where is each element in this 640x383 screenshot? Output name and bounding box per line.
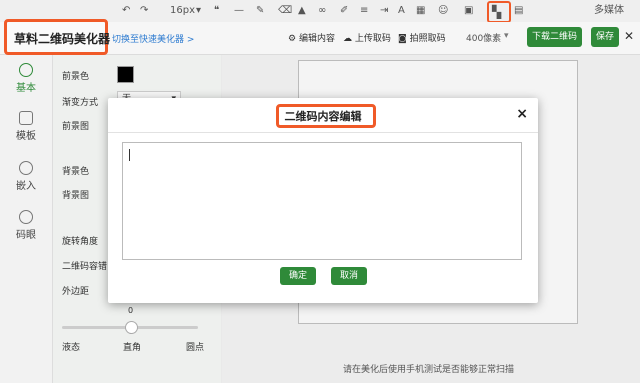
slider-left-label: 液态: [62, 343, 81, 353]
sidebar-item-label: 嵌入: [16, 181, 36, 192]
sidebar-item-eye[interactable]: 码眼: [0, 210, 52, 241]
qr-content-modal: 二维码内容编辑 × 确定 取消: [108, 98, 538, 303]
sidebar-item-embed[interactable]: 嵌入: [0, 161, 52, 192]
divider-line-icon[interactable]: —: [234, 4, 244, 18]
embed-icon: [19, 161, 33, 175]
rotate-label: 旋转角度: [62, 237, 99, 247]
font-color-icon[interactable]: A: [398, 4, 405, 18]
quote-icon[interactable]: ❝: [214, 4, 219, 18]
margin-label: 外边距: [62, 287, 90, 297]
scan-hint: 请在美化后使用手机测试是否能够正常扫描: [343, 365, 515, 375]
switch-fast-beautifier-link[interactable]: 切换至快速美化器 >: [112, 32, 194, 45]
slider-value: 0: [128, 306, 134, 315]
sidebar-item-label: 模板: [16, 131, 36, 142]
close-icon[interactable]: ×: [516, 106, 528, 122]
shape-slider-handle[interactable]: [125, 321, 138, 334]
modal-divider: [108, 132, 538, 133]
close-icon[interactable]: ✕: [624, 29, 634, 43]
format-clear-icon[interactable]: ⌫: [278, 4, 292, 18]
photo-label: 拍照取码: [409, 34, 446, 44]
template-icon: [19, 111, 33, 125]
undo-icon[interactable]: ↶: [122, 4, 130, 18]
chevron-down-icon[interactable]: ▾: [196, 4, 201, 18]
cloud-upload-icon: ☁: [343, 34, 352, 44]
camera-icon: ◙: [398, 34, 407, 44]
error-level-label: 二维码容错: [62, 262, 108, 272]
qr-code-toolbar-button[interactable]: ▚: [487, 1, 511, 23]
table-icon[interactable]: ▦: [416, 4, 425, 18]
document-icon[interactable]: ▤: [514, 4, 523, 18]
cancel-button[interactable]: 取消: [331, 267, 367, 285]
edit-content-label: 编辑内容: [298, 34, 335, 44]
upload-button[interactable]: ☁ 上传取码: [343, 31, 391, 44]
bg-color-label: 背景色: [62, 167, 90, 177]
paint-brush-icon[interactable]: ✎: [256, 4, 264, 18]
sidebar-item-label: 基本: [16, 83, 36, 94]
gear-icon: [19, 63, 33, 77]
qr-content-textarea[interactable]: [122, 142, 522, 260]
qr-grid-icon: ▚: [492, 5, 502, 19]
sidebar: 基本 模板 嵌入 码眼: [0, 55, 53, 383]
download-button[interactable]: 下载二维码: [527, 27, 582, 47]
photo-button[interactable]: ◙ 拍照取码: [398, 31, 446, 44]
modal-title: 二维码内容编辑: [284, 110, 362, 123]
gear-icon: ⚙: [288, 34, 297, 44]
gradient-label: 渐变方式: [62, 98, 99, 108]
sidebar-item-label: 码眼: [16, 230, 36, 241]
slider-right-label: 圆点: [186, 343, 205, 353]
highlight-icon[interactable]: ▲: [298, 4, 306, 18]
fg-color-label: 前景色: [62, 72, 90, 82]
page-title: 草料二维码美化器: [14, 32, 111, 46]
slider-mid-label: 直角: [123, 343, 142, 353]
chevron-down-icon: ▾: [504, 31, 509, 41]
font-size-select[interactable]: 16px: [170, 4, 195, 18]
bg-image-label: 背景图: [62, 191, 90, 201]
fg-color-swatch[interactable]: [117, 66, 134, 83]
upload-label: 上传取码: [354, 34, 391, 44]
confirm-button[interactable]: 确定: [280, 267, 316, 285]
emoji-icon[interactable]: ☺: [438, 4, 448, 18]
media-menu[interactable]: 多媒体: [594, 4, 624, 18]
size-select[interactable]: 400像素: [466, 31, 501, 44]
fg-image-label: 前景图: [62, 122, 90, 132]
text-caret: [129, 149, 130, 161]
sidebar-item-template[interactable]: 模板: [0, 111, 52, 142]
edit-content-button[interactable]: ⚙ 编辑内容: [288, 31, 335, 44]
text-direction-icon[interactable]: ⇥: [380, 4, 388, 18]
save-button[interactable]: 保存: [591, 27, 619, 47]
eye-icon: [19, 210, 33, 224]
pen-icon[interactable]: ✐: [340, 4, 348, 18]
image-icon[interactable]: ▣: [464, 4, 473, 18]
sidebar-item-basic[interactable]: 基本: [0, 63, 52, 94]
redo-icon[interactable]: ↷: [140, 4, 148, 18]
align-icon[interactable]: ≡: [360, 4, 368, 18]
link-icon[interactable]: ∞: [318, 4, 326, 18]
